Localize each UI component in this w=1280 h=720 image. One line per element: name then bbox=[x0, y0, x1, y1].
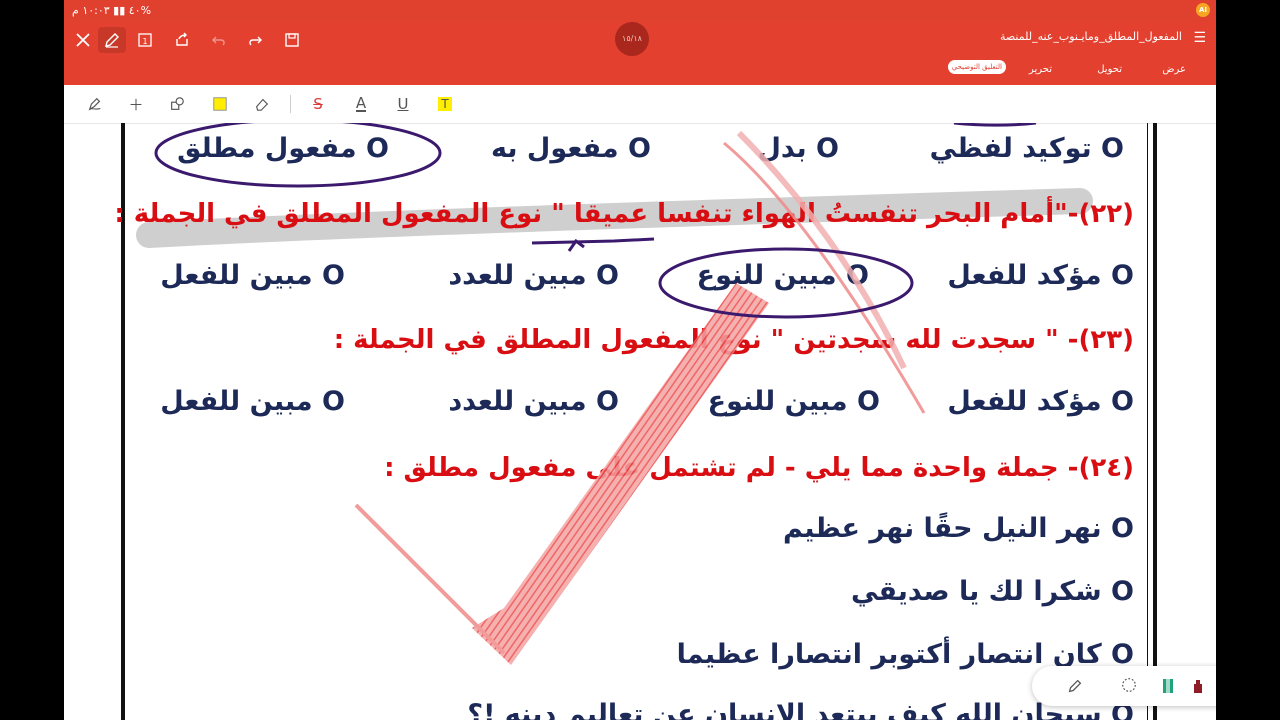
document-page[interactable]: O توكيد لفظي O بدل O مفعول به O مفعول مط… bbox=[64, 123, 1216, 720]
annotation-toolbar: ＋ S A U T bbox=[64, 85, 1216, 124]
option-type: O مبين للنوع bbox=[696, 260, 869, 291]
lasso-icon[interactable] bbox=[1120, 676, 1140, 696]
option-count-2: O مبين للعدد bbox=[448, 386, 619, 417]
tab-convert[interactable]: تحويل bbox=[1097, 64, 1122, 75]
document-title: المفعول_المطلق_ومايـنوب_عنه_للمنصة bbox=[999, 30, 1182, 43]
page-indicator[interactable]: ١٥/١٨ bbox=[615, 22, 649, 56]
question-23: (٢٣)- " سجدت لله سجدتين " نوع المفعول ال… bbox=[333, 325, 1134, 355]
signal-icon: ▮▮ bbox=[113, 4, 126, 17]
option-verb-clarify-2: O مبين للفعل bbox=[160, 386, 345, 417]
text-color-icon[interactable]: A bbox=[352, 95, 370, 113]
undo-icon[interactable] bbox=[208, 29, 230, 51]
underline-icon[interactable]: U bbox=[394, 95, 412, 113]
app-badge-icon: AI bbox=[1196, 3, 1210, 17]
share-icon[interactable] bbox=[171, 29, 193, 51]
battery-percent: %٤٠ bbox=[128, 4, 152, 17]
eraser-icon[interactable] bbox=[253, 95, 271, 113]
option-object: O مفعول به bbox=[490, 133, 651, 164]
handwriting-icon[interactable] bbox=[86, 95, 104, 113]
option-thanks: O شكرا لك يا صديقي bbox=[851, 576, 1134, 607]
status-bar: %٤٠ ▮▮ ١٠:٠٣ م AI bbox=[64, 0, 1216, 22]
redo-icon[interactable] bbox=[244, 29, 266, 51]
highlighter-green-icon[interactable] bbox=[1158, 676, 1178, 696]
menu-icon[interactable]: ☰ bbox=[1193, 30, 1206, 46]
option-verb-clarify: O مبين للفعل bbox=[160, 260, 345, 291]
save-icon[interactable] bbox=[281, 29, 303, 51]
tab-annotate[interactable]: التعليق التوضيحي bbox=[947, 60, 1006, 74]
toolbar-divider bbox=[290, 95, 291, 113]
clock: ١٠:٠٣ م bbox=[72, 4, 110, 17]
pen-edit-icon[interactable] bbox=[98, 27, 126, 53]
shapes-icon[interactable] bbox=[168, 95, 186, 113]
add-icon[interactable]: ＋ bbox=[127, 95, 145, 114]
status-time: %٤٠ ▮▮ ١٠:٠٣ م bbox=[72, 4, 151, 17]
option-substitute: O بدل bbox=[757, 133, 839, 164]
page-box-label: 1 bbox=[142, 37, 147, 46]
main-toolbar: 1 ١٥/١٨ المفعول_المطلق_ومايـنوب_عنه_للمن… bbox=[64, 22, 1216, 85]
pdf-annotation-app: %٤٠ ▮▮ ١٠:٠٣ م AI 1 ١٥/١٨ المفعول_المطلق… bbox=[64, 0, 1216, 720]
page-number-icon[interactable]: 1 bbox=[134, 29, 156, 51]
close-icon[interactable] bbox=[72, 29, 94, 51]
highlight-area-icon[interactable] bbox=[211, 95, 229, 113]
marker-maroon-icon[interactable] bbox=[1188, 676, 1208, 696]
option-count: O مبين للعدد bbox=[448, 260, 619, 291]
option-subhan: O سبحان الله كيف يبتعد الإنسان عن تعاليم… bbox=[467, 699, 1134, 720]
tab-edit[interactable]: تحرير bbox=[1029, 64, 1052, 75]
strikethrough-icon[interactable]: S bbox=[309, 95, 327, 113]
option-absolute-object: O مفعول مطلق bbox=[177, 133, 389, 164]
option-type-2: O مبين للنوع bbox=[707, 386, 880, 417]
option-verb-emphasis: O مؤكد للفعل bbox=[947, 260, 1134, 291]
question-22: (٢٢)-"أمام البحر تنفستُ الهواء تنفسا عمي… bbox=[114, 199, 1134, 229]
option-nile: O نهر النيل حقًا نهر عظيم bbox=[783, 513, 1134, 544]
tab-view[interactable]: عرض bbox=[1162, 64, 1186, 75]
question-24: (٢٤)- جملة واحدة مما يلي - لم تشتمل على … bbox=[384, 453, 1134, 483]
pen-palette bbox=[1032, 666, 1216, 706]
option-verb-emphasis-2: O مؤكد للفعل bbox=[947, 386, 1134, 417]
option-verbal-emphasis: O توكيد لفظي bbox=[929, 133, 1124, 164]
highlight-text-icon[interactable]: T bbox=[436, 95, 454, 113]
pen-settings-icon[interactable] bbox=[1066, 677, 1086, 697]
